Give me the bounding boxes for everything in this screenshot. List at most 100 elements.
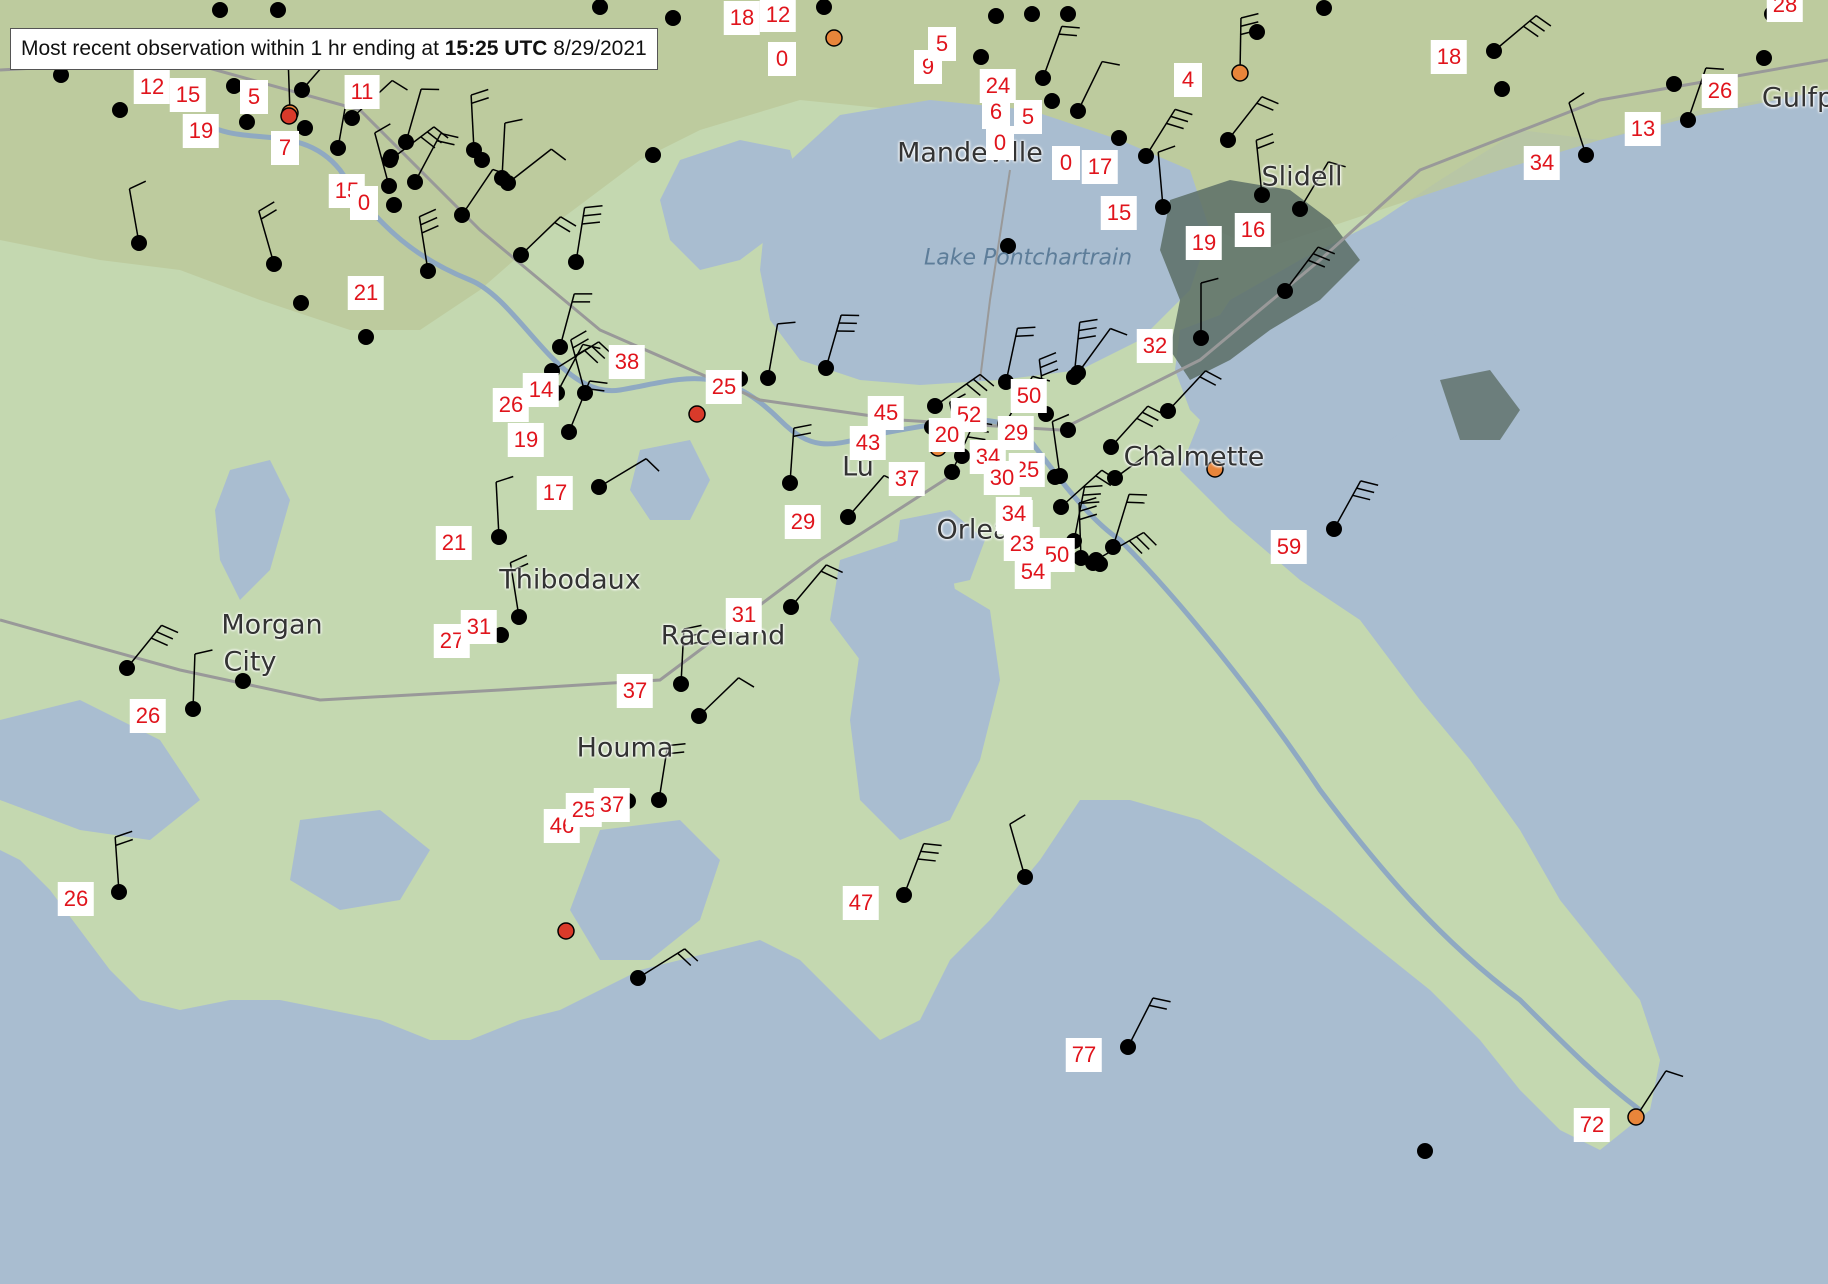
station-marker[interactable] [645, 147, 661, 163]
station-marker[interactable] [297, 120, 313, 136]
wind-speed-label: 19 [182, 114, 220, 148]
wind-speed-label: 17 [1081, 150, 1119, 184]
station-marker[interactable] [1486, 43, 1502, 59]
station-marker[interactable] [673, 676, 689, 692]
station-marker[interactable] [119, 660, 135, 676]
station-marker[interactable] [381, 178, 397, 194]
station-marker[interactable] [1092, 556, 1108, 572]
station-marker[interactable] [131, 235, 147, 251]
station-marker[interactable] [1035, 70, 1051, 86]
station-marker[interactable] [1138, 148, 1154, 164]
station-marker[interactable] [185, 701, 201, 717]
station-marker[interactable] [1666, 76, 1682, 92]
station-marker[interactable] [840, 509, 856, 525]
wind-speed-label: 50 [1010, 379, 1048, 413]
station-marker[interactable] [651, 792, 667, 808]
station-marker[interactable] [552, 339, 568, 355]
station-marker[interactable] [398, 134, 414, 150]
station-marker[interactable] [1494, 81, 1510, 97]
station-marker[interactable] [383, 149, 399, 165]
station-marker[interactable] [1249, 24, 1265, 40]
station-marker[interactable] [688, 405, 706, 423]
place-label-city: City [223, 646, 277, 678]
station-marker[interactable] [783, 599, 799, 615]
station-marker[interactable] [1024, 6, 1040, 22]
station-marker[interactable] [1017, 869, 1033, 885]
station-marker[interactable] [927, 398, 943, 414]
station-marker[interactable] [561, 424, 577, 440]
station-marker[interactable] [500, 175, 516, 191]
station-marker[interactable] [1070, 103, 1086, 119]
station-marker[interactable] [1417, 1143, 1433, 1159]
station-marker[interactable] [1220, 132, 1236, 148]
station-marker[interactable] [513, 247, 529, 263]
station-marker[interactable] [1111, 130, 1127, 146]
station-marker[interactable] [280, 107, 298, 125]
station-marker[interactable] [293, 295, 309, 311]
wind-speed-label: 21 [347, 276, 385, 310]
station-marker[interactable] [973, 49, 989, 65]
station-marker[interactable] [1627, 1108, 1645, 1126]
station-marker[interactable] [474, 152, 490, 168]
station-marker[interactable] [1193, 330, 1209, 346]
wind-speed-label: 0 [986, 126, 1014, 160]
station-marker[interactable] [1107, 470, 1123, 486]
wind-speed-label: 6 [982, 95, 1010, 129]
station-marker[interactable] [212, 2, 228, 18]
map-canvas[interactable] [0, 0, 1828, 1284]
station-marker[interactable] [1120, 1039, 1136, 1055]
station-marker[interactable] [1277, 283, 1293, 299]
station-marker[interactable] [270, 2, 286, 18]
station-marker[interactable] [491, 529, 507, 545]
station-marker[interactable] [266, 256, 282, 272]
station-marker[interactable] [1073, 550, 1089, 566]
station-marker[interactable] [944, 464, 960, 480]
station-marker[interactable] [344, 110, 360, 126]
station-marker[interactable] [511, 609, 527, 625]
station-marker[interactable] [825, 29, 843, 47]
station-marker[interactable] [591, 479, 607, 495]
station-marker[interactable] [112, 102, 128, 118]
station-marker[interactable] [1103, 439, 1119, 455]
wind-speed-label: 26 [129, 699, 167, 733]
station-marker[interactable] [111, 884, 127, 900]
station-marker[interactable] [1680, 112, 1696, 128]
station-marker[interactable] [782, 475, 798, 491]
station-marker[interactable] [1578, 147, 1594, 163]
station-marker[interactable] [1316, 0, 1332, 16]
station-marker[interactable] [1060, 422, 1076, 438]
station-marker[interactable] [896, 887, 912, 903]
station-marker[interactable] [420, 263, 436, 279]
station-marker[interactable] [577, 385, 593, 401]
station-marker[interactable] [386, 197, 402, 213]
station-marker[interactable] [1756, 50, 1772, 66]
info-prefix: Most recent observation within 1 hr endi… [21, 37, 439, 60]
station-marker[interactable] [1044, 93, 1060, 109]
station-marker[interactable] [568, 254, 584, 270]
station-marker[interactable] [1070, 365, 1086, 381]
station-marker[interactable] [1326, 521, 1342, 537]
station-marker[interactable] [239, 114, 255, 130]
station-marker[interactable] [1053, 499, 1069, 515]
wind-speed-label: 7 [271, 131, 299, 165]
station-marker[interactable] [760, 370, 776, 386]
station-marker[interactable] [818, 360, 834, 376]
station-marker[interactable] [358, 329, 374, 345]
station-marker[interactable] [691, 708, 707, 724]
station-marker[interactable] [407, 174, 423, 190]
station-marker[interactable] [1060, 6, 1076, 22]
station-marker[interactable] [1160, 403, 1176, 419]
station-marker[interactable] [294, 82, 310, 98]
station-marker[interactable] [557, 922, 575, 940]
station-marker[interactable] [665, 10, 681, 26]
place-label-slidell: Slidell [1261, 161, 1343, 193]
info-date: 8/29/2021 [553, 37, 647, 60]
station-marker[interactable] [1292, 201, 1308, 217]
station-marker[interactable] [630, 970, 646, 986]
station-marker[interactable] [1052, 468, 1068, 484]
station-marker[interactable] [454, 207, 470, 223]
station-marker[interactable] [988, 8, 1004, 24]
station-marker[interactable] [1155, 199, 1171, 215]
station-marker[interactable] [330, 140, 346, 156]
station-marker[interactable] [1231, 64, 1249, 82]
